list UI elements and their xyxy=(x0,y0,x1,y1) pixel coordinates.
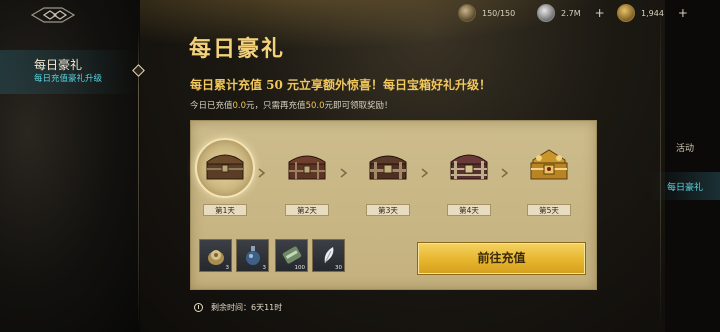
sidebar-item-title: 每日豪礼 xyxy=(34,58,83,72)
tab-daily-gift[interactable]: 每日豪礼 xyxy=(650,172,720,200)
reward-count: 3 xyxy=(225,265,230,271)
clock-icon xyxy=(194,303,203,312)
day-card-4[interactable]: 第4天 xyxy=(437,138,501,218)
reward-count: 30 xyxy=(335,265,342,271)
day-card-2[interactable]: 第2天 xyxy=(275,138,339,218)
chest-icon xyxy=(450,154,488,180)
day-label: 第4天 xyxy=(447,204,491,216)
timer-text: 剩余时间：6天11时 xyxy=(211,303,283,312)
chevron-right-icon xyxy=(501,168,509,178)
day-label: 第1天 xyxy=(203,204,247,216)
day-label: 第2天 xyxy=(285,204,329,216)
gem-pouch-icon xyxy=(208,250,224,265)
currency-value: 1,944 xyxy=(641,8,664,18)
day-card-3[interactable]: 第3天 xyxy=(356,138,420,218)
day-card-1[interactable]: 第1天 xyxy=(193,138,257,218)
reward-slot[interactable]: 3 xyxy=(199,239,232,272)
recharge-status: 今日已充值0.0元，只需再充值50.0元即可领取奖励！ xyxy=(190,99,393,111)
potion-icon xyxy=(246,246,260,265)
currency-stamina[interactable]: 150/150 xyxy=(458,4,515,22)
page-title: 每日豪礼 xyxy=(189,36,286,62)
chevron-right-icon xyxy=(421,168,429,178)
day-label: 第3天 xyxy=(366,204,410,216)
right-divider xyxy=(660,0,661,332)
feather-icon xyxy=(324,247,334,264)
chevron-right-icon xyxy=(340,168,348,178)
currency-silver[interactable]: 2.7M + xyxy=(537,4,605,22)
chest-icon xyxy=(369,155,407,180)
silver-coin-icon xyxy=(537,4,555,22)
tab-activity[interactable]: 活动 xyxy=(650,133,720,161)
promo-text: 每日累计充值 50 元立享额外惊喜！每日宝箱好礼升级！ xyxy=(190,78,492,92)
stamina-icon xyxy=(458,4,476,22)
chest-icon xyxy=(288,155,326,180)
add-gold-icon[interactable]: + xyxy=(678,6,688,20)
reward-slot[interactable]: 3 xyxy=(236,239,269,272)
go-recharge-button[interactable]: 前往充值 xyxy=(418,243,585,274)
status-paid: 0.0 xyxy=(232,101,247,111)
status-mid: 元，只需再充值 xyxy=(246,101,306,111)
status-need: 50.0 xyxy=(305,101,325,111)
reward-count: 3 xyxy=(262,265,267,271)
scroll-icon xyxy=(282,246,302,264)
reward-slot[interactable]: 100 xyxy=(275,239,308,272)
gold-coin-icon xyxy=(617,4,635,22)
chevron-right-icon xyxy=(258,168,266,178)
remaining-time: 剩余时间：6天11时 xyxy=(194,302,282,313)
reward-slot[interactable]: 30 xyxy=(312,239,345,272)
currency-gold[interactable]: 1,944 + xyxy=(617,4,688,22)
add-silver-icon[interactable]: + xyxy=(595,6,605,20)
day-label: 第5天 xyxy=(527,204,571,216)
status-suffix: 元即可领取奖励！ xyxy=(324,101,393,111)
sidebar-item-subtitle: 每日充值豪礼升级 xyxy=(34,74,103,84)
status-prefix: 今日已充值 xyxy=(190,101,233,111)
gold-chest-icon xyxy=(530,149,568,180)
back-logo-icon[interactable] xyxy=(30,6,76,24)
reward-count: 100 xyxy=(294,265,306,271)
currency-value: 150/150 xyxy=(482,8,516,18)
currency-value: 2.7M xyxy=(561,8,581,18)
day-card-5[interactable]: 第5天 xyxy=(517,138,581,218)
chest-icon xyxy=(206,154,244,180)
